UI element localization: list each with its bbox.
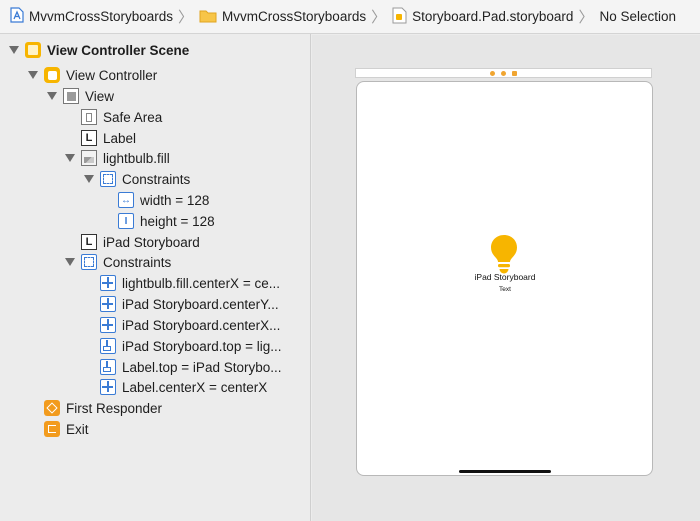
outline-item-image-constraints[interactable]: Constraints (100, 169, 190, 189)
outline-item-label: Label (103, 130, 137, 146)
outline-item-exit[interactable]: Exit (44, 419, 89, 439)
lightbulb-icon[interactable] (489, 234, 519, 274)
jump-bar: MvvmCrossStoryboards 〉 MvvmCrossStoryboa… (0, 0, 700, 34)
chevron-right-icon: 〉 (578, 9, 594, 26)
project-icon (10, 7, 24, 26)
outline-item-first-responder[interactable]: First Responder (44, 398, 162, 418)
outline-item-safe-area[interactable]: Safe Area (81, 107, 162, 127)
constraints-icon (81, 254, 97, 270)
outline-item-height-constraint[interactable]: I height = 128 (118, 211, 215, 231)
breadcrumb-folder-label: MvvmCrossStoryboards (222, 9, 367, 24)
outline-item-label: iPad Storyboard (103, 234, 200, 250)
exit-dock-icon[interactable] (512, 70, 517, 76)
outline-item-constraint[interactable]: iPad Storyboard.top = lig... (100, 336, 281, 356)
outline-item-label: iPad Storyboard.top = lig... (122, 338, 282, 354)
outline-item-label: View Controller (66, 67, 158, 83)
first-responder-dock-icon[interactable] (501, 70, 506, 76)
outline-item-label: iPad Storyboard.centerY... (122, 296, 279, 312)
outline-item-label: Safe Area (103, 109, 163, 125)
text-label[interactable]: Text (440, 286, 570, 293)
exit-icon (44, 421, 60, 437)
outline-item-constraint[interactable]: lightbulb.fill.centerX = ce... (100, 273, 280, 293)
outline-item-label: iPad Storyboard.centerX... (122, 317, 281, 333)
disclosure-triangle-icon[interactable] (9, 46, 19, 54)
safe-area-icon (81, 109, 97, 125)
outline-item-label: Label.centerX = centerX (122, 379, 268, 395)
image-view-icon (81, 150, 97, 166)
first-responder-icon (44, 400, 60, 416)
breadcrumb-folder[interactable]: MvvmCrossStoryboards (199, 0, 366, 34)
outline-item-label-view[interactable]: L Label (81, 128, 136, 148)
vertical-spacing-constraint-icon (100, 338, 116, 354)
outline-item-label: Constraints (103, 254, 172, 270)
scene-dock[interactable] (355, 68, 652, 78)
ipad-storyboard-label[interactable]: iPad Storyboard (440, 272, 570, 282)
outline-item-image-view[interactable]: lightbulb.fill (81, 148, 170, 168)
disclosure-triangle-icon[interactable] (28, 71, 38, 79)
outline-item-constraint[interactable]: iPad Storyboard.centerY... (100, 294, 279, 314)
disclosure-triangle-icon[interactable] (47, 92, 57, 100)
outline-item-label: View Controller Scene (47, 42, 190, 58)
chevron-right-icon: 〉 (178, 9, 194, 26)
document-outline: View Controller Scene View Controller Vi… (0, 34, 311, 521)
scene-icon (25, 42, 41, 58)
breadcrumb-file-label: Storyboard.Pad.storyboard (412, 9, 574, 24)
outline-item-constraint[interactable]: Label.centerX = centerX (100, 377, 267, 397)
center-constraint-icon (100, 275, 116, 291)
label-icon: L (81, 234, 97, 250)
outline-item-scene[interactable]: View Controller Scene (25, 40, 189, 60)
home-indicator (459, 470, 551, 473)
outline-item-constraint[interactable]: iPad Storyboard.centerX... (100, 315, 280, 335)
vertical-spacing-constraint-icon (100, 359, 116, 375)
disclosure-triangle-icon[interactable] (65, 258, 75, 266)
height-constraint-icon: I (118, 213, 134, 229)
outline-item-label: lightbulb.fill (103, 150, 170, 166)
outline-item-view-controller[interactable]: View Controller (44, 65, 157, 85)
outline-item-label: height = 128 (140, 213, 215, 229)
outline-item-label: Label.top = iPad Storybo... (122, 359, 282, 375)
view-controller-icon (44, 67, 60, 83)
storyboard-file-icon (392, 7, 407, 27)
outline-item-constraint[interactable]: Label.top = iPad Storybo... (100, 357, 281, 377)
outline-item-label: First Responder (66, 400, 163, 416)
outline-item-view[interactable]: View (63, 86, 114, 106)
breadcrumb-project[interactable]: MvvmCrossStoryboards (10, 0, 173, 34)
view-controller-dock-icon[interactable] (490, 70, 495, 76)
breadcrumb-selection[interactable]: No Selection (599, 0, 676, 34)
center-constraint-icon (100, 317, 116, 333)
disclosure-triangle-icon[interactable] (65, 154, 75, 162)
breadcrumb-file[interactable]: Storyboard.Pad.storyboard (392, 0, 573, 34)
outline-item-label: Exit (66, 421, 89, 437)
outline-item-label: Constraints (122, 171, 191, 187)
outline-item-view-constraints[interactable]: Constraints (81, 252, 171, 272)
view-icon (63, 88, 79, 104)
chevron-right-icon: 〉 (371, 9, 387, 26)
label-icon: L (81, 130, 97, 146)
center-constraint-icon (100, 296, 116, 312)
folder-icon (199, 8, 217, 26)
outline-item-label: width = 128 (140, 192, 210, 208)
center-constraint-icon (100, 379, 116, 395)
outline-item-ipad-label[interactable]: L iPad Storyboard (81, 232, 200, 252)
width-constraint-icon: ↔ (118, 192, 134, 208)
outline-item-label: lightbulb.fill.centerX = ce... (122, 275, 280, 291)
constraints-icon (100, 171, 116, 187)
outline-item-width-constraint[interactable]: ↔ width = 128 (118, 190, 209, 210)
breadcrumb-selection-label: No Selection (599, 9, 676, 24)
outline-item-label: View (85, 88, 115, 104)
breadcrumb-project-label: MvvmCrossStoryboards (29, 9, 174, 24)
disclosure-triangle-icon[interactable] (84, 175, 94, 183)
